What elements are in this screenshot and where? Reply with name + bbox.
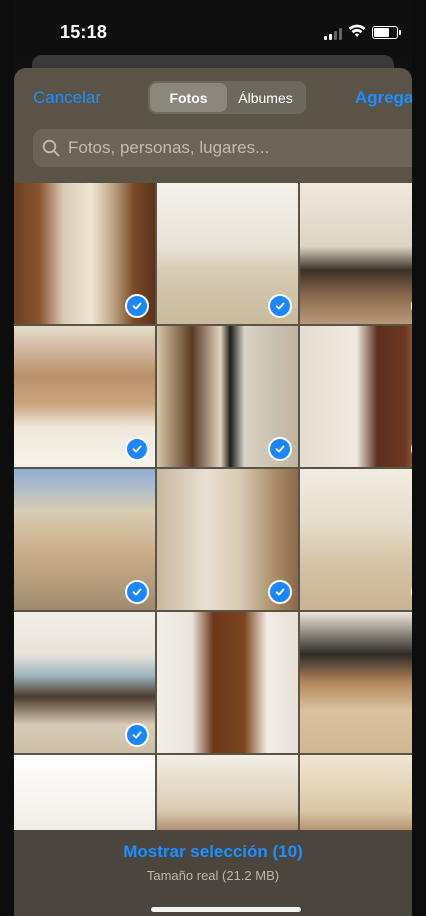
photo-thumbnail[interactable] [157,612,298,753]
selected-check-icon [268,294,292,318]
photo-thumbnail[interactable] [14,326,155,467]
home-indicator[interactable] [151,907,301,912]
cancel-button[interactable]: Cancelar [33,88,101,108]
photo-thumbnail[interactable] [14,612,155,753]
photo-thumbnail[interactable] [300,469,412,610]
photo-grid [14,183,412,896]
selected-check-icon [268,580,292,604]
phone-screen: 15:18 Cancelar Fotos Álbumes Agregar [14,0,412,916]
photo-thumbnail[interactable] [300,183,412,324]
photo-thumbnail[interactable] [157,469,298,610]
search-bar[interactable] [33,129,412,167]
photo-thumbnail[interactable] [300,612,412,753]
add-button[interactable]: Agregar [355,88,412,108]
real-size-label: Tamaño real (21.2 MB) [146,868,280,883]
photo-thumbnail[interactable] [14,183,155,324]
status-bar: 15:18 [14,0,412,58]
show-selection-button[interactable]: Mostrar selección (10) [14,842,412,862]
search-icon [42,139,60,157]
photo-thumbnail[interactable] [157,326,298,467]
selected-check-icon [268,437,292,461]
photo-thumbnail[interactable] [157,183,298,324]
wifi-icon [348,24,366,37]
picker-nav-bar: Cancelar Fotos Álbumes Agregar [14,68,412,130]
status-time: 15:18 [60,22,108,42]
battery-icon [372,26,401,39]
selected-check-icon [125,580,149,604]
photo-thumbnail[interactable] [300,326,412,467]
selected-check-icon [125,437,149,461]
photo-picker-sheet: Cancelar Fotos Álbumes Agregar [14,68,412,916]
signal-icon [324,28,342,40]
tab-albums[interactable]: Álbumes [227,83,304,112]
tab-photos[interactable]: Fotos [150,83,227,112]
photo-thumbnail[interactable] [14,469,155,610]
bottom-toolbar: Mostrar selección (10) Tamaño real (21.2… [14,830,412,916]
selected-check-icon [125,294,149,318]
search-input[interactable] [66,137,412,159]
source-segmented-control: Fotos Álbumes [148,81,306,114]
selected-check-icon [125,723,149,747]
